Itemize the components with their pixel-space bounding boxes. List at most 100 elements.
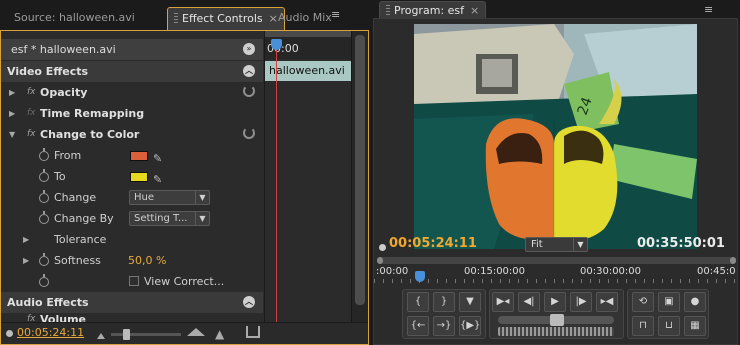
step-back-icon[interactable]: ◀|	[518, 292, 540, 312]
ruler-ticks	[374, 279, 737, 283]
time-ruler[interactable]: :00:00 00:15:00:00 00:30:00:00 00:45:0	[374, 265, 737, 285]
ruler-zoom-bar[interactable]	[377, 257, 736, 264]
view-correction-checkbox[interactable]	[129, 276, 139, 286]
current-timecode[interactable]: 00:05:24:11	[389, 236, 477, 251]
zoom-max-icon[interactable]: ▲	[215, 327, 224, 341]
tab-effect-controls[interactable]: Effect Controls ×	[167, 7, 285, 30]
zoom-bar-handle-right[interactable]	[730, 257, 736, 264]
panel-grip-icon[interactable]	[174, 13, 178, 23]
set-in-point-icon[interactable]: {	[407, 292, 429, 312]
param-row-softness[interactable]: ▶ Softness 50,0 %	[1, 250, 263, 271]
panel-grip-icon[interactable]	[386, 5, 390, 15]
param-row-tolerance[interactable]: ▶ Tolerance	[1, 229, 263, 250]
zoom-bar[interactable]	[265, 31, 351, 37]
set-out-point-icon[interactable]: }	[433, 292, 455, 312]
close-icon[interactable]: ×	[470, 4, 479, 17]
scroll-thumb[interactable]	[355, 35, 365, 305]
ruler-tick-label: :00:00	[376, 266, 409, 277]
set-marker-icon[interactable]: ▼	[459, 292, 481, 312]
playhead-line[interactable]	[276, 39, 277, 344]
tab-source-label: Source: halloween.avi	[14, 11, 135, 24]
step-forward-icon[interactable]: |▶	[570, 292, 592, 312]
audio-effects-label: Audio Effects	[7, 296, 89, 309]
stopwatch-icon[interactable]	[39, 253, 49, 266]
play-in-to-out-icon[interactable]: {▶}	[459, 316, 481, 336]
extract-icon[interactable]: ⊔	[658, 316, 680, 336]
collapse-up-icon[interactable]: ︿	[243, 296, 255, 308]
effect-row-opacity[interactable]: ▶ fx Opacity	[1, 82, 263, 103]
zoom-out-icon[interactable]	[97, 332, 105, 339]
tab-audio-mixer-label: Audio Mix	[278, 11, 332, 24]
stopwatch-icon[interactable]	[39, 211, 49, 224]
go-to-in-icon[interactable]: {←	[407, 316, 429, 336]
fx-badge-icon[interactable]: fx	[27, 82, 36, 103]
zoom-in-icon[interactable]	[187, 328, 205, 336]
safe-margins-icon[interactable]: ▣	[658, 292, 680, 312]
param-row-to: To ✎	[1, 166, 263, 187]
panel-menu-icon[interactable]: ≡	[331, 8, 349, 24]
effect-row-time-remapping[interactable]: ▶ fx Time Remapping	[1, 103, 263, 124]
expand-triangle-icon[interactable]: ▶	[9, 82, 15, 103]
stopwatch-icon[interactable]	[39, 190, 49, 203]
zoom-dropdown-value: Fit	[531, 239, 543, 250]
time-remapping-label: Time Remapping	[40, 107, 145, 120]
collapse-up-icon[interactable]: ︿	[243, 65, 255, 77]
play-icon[interactable]: ▶	[544, 292, 566, 312]
stopwatch-icon[interactable]	[39, 148, 49, 161]
timeline-clip[interactable]: halloween.avi	[265, 61, 351, 81]
stopwatch-icon[interactable]	[39, 274, 49, 287]
playhead-handle-icon[interactable]	[415, 271, 425, 282]
to-color-swatch[interactable]	[130, 172, 148, 182]
zoom-bar-handle-left[interactable]	[377, 257, 383, 264]
softness-value[interactable]: 50,0 %	[128, 250, 166, 271]
show-timeline-icon[interactable]: »	[243, 43, 255, 55]
go-to-previous-edit-icon[interactable]: ▶◂	[492, 292, 514, 312]
effect-row-volume[interactable]: fx Volume	[1, 313, 263, 322]
loop-icon[interactable]: ⟲	[632, 292, 654, 312]
effect-controls-panel-group: Source: halloween.avi Effect Controls × A…	[0, 0, 369, 345]
playhead-handle-icon[interactable]	[271, 39, 282, 50]
zoom-slider[interactable]	[111, 329, 181, 340]
effect-row-change-to-color[interactable]: ▼ fx Change to Color	[1, 124, 263, 145]
lift-icon[interactable]: ⊓	[632, 316, 654, 336]
video-frame[interactable]: 24	[414, 24, 697, 249]
change-dropdown-value: Hue	[134, 192, 155, 203]
ruler-tick-label: 00:30:00:00	[580, 266, 642, 277]
change-by-dropdown-value: Setting T...	[134, 213, 188, 224]
expand-triangle-icon[interactable]: ▶	[23, 250, 29, 271]
chevron-down-icon: ▼	[195, 191, 209, 204]
shuttle-slider[interactable]	[498, 314, 614, 326]
change-dropdown[interactable]: Hue ▼	[129, 190, 210, 205]
footer-timecode[interactable]: 00:05:24:11	[17, 326, 84, 339]
stopwatch-icon[interactable]	[39, 169, 49, 182]
toggle-audio-icon[interactable]	[246, 326, 260, 338]
tab-audio-mixer[interactable]: Audio Mix	[272, 7, 338, 30]
softness-label: Softness	[54, 254, 101, 267]
collapse-triangle-icon[interactable]: ▼	[9, 124, 15, 145]
zoom-slider-thumb[interactable]	[123, 329, 130, 340]
jog-disk[interactable]	[498, 327, 614, 336]
fx-badge-icon[interactable]: fx	[27, 124, 36, 145]
opacity-label: Opacity	[40, 86, 88, 99]
output-icon[interactable]: ●	[684, 292, 706, 312]
expand-triangle-icon[interactable]: ▶	[23, 229, 29, 250]
sequence-clip-name: esf * halloween.avi	[11, 43, 116, 56]
go-to-out-icon[interactable]: →}	[433, 316, 455, 336]
from-color-swatch[interactable]	[130, 151, 148, 161]
fx-badge-icon[interactable]: fx	[27, 313, 36, 322]
sequence-clip-row: esf * halloween.avi »	[1, 39, 263, 60]
effect-controls-panel: esf * halloween.avi » Video Effects ︿ ▶ …	[0, 30, 369, 345]
shuttle-thumb[interactable]	[550, 314, 564, 326]
reset-icon[interactable]	[243, 127, 255, 139]
change-by-dropdown[interactable]: Setting T... ▼	[129, 211, 210, 226]
fx-badge-icon: fx	[27, 108, 36, 118]
zoom-dropdown[interactable]: Fit ▼	[525, 237, 588, 252]
expand-triangle-icon[interactable]: ▶	[9, 103, 15, 124]
tab-source[interactable]: Source: halloween.avi	[8, 7, 141, 30]
param-row-change: Change Hue ▼	[1, 187, 263, 208]
panel-menu-icon[interactable]: ≡	[704, 3, 722, 16]
trim-icon[interactable]: ▦	[684, 316, 706, 336]
reset-icon[interactable]	[243, 85, 255, 97]
vertical-scrollbar[interactable]	[351, 31, 368, 344]
go-to-next-edit-icon[interactable]: ▸◀	[596, 292, 618, 312]
